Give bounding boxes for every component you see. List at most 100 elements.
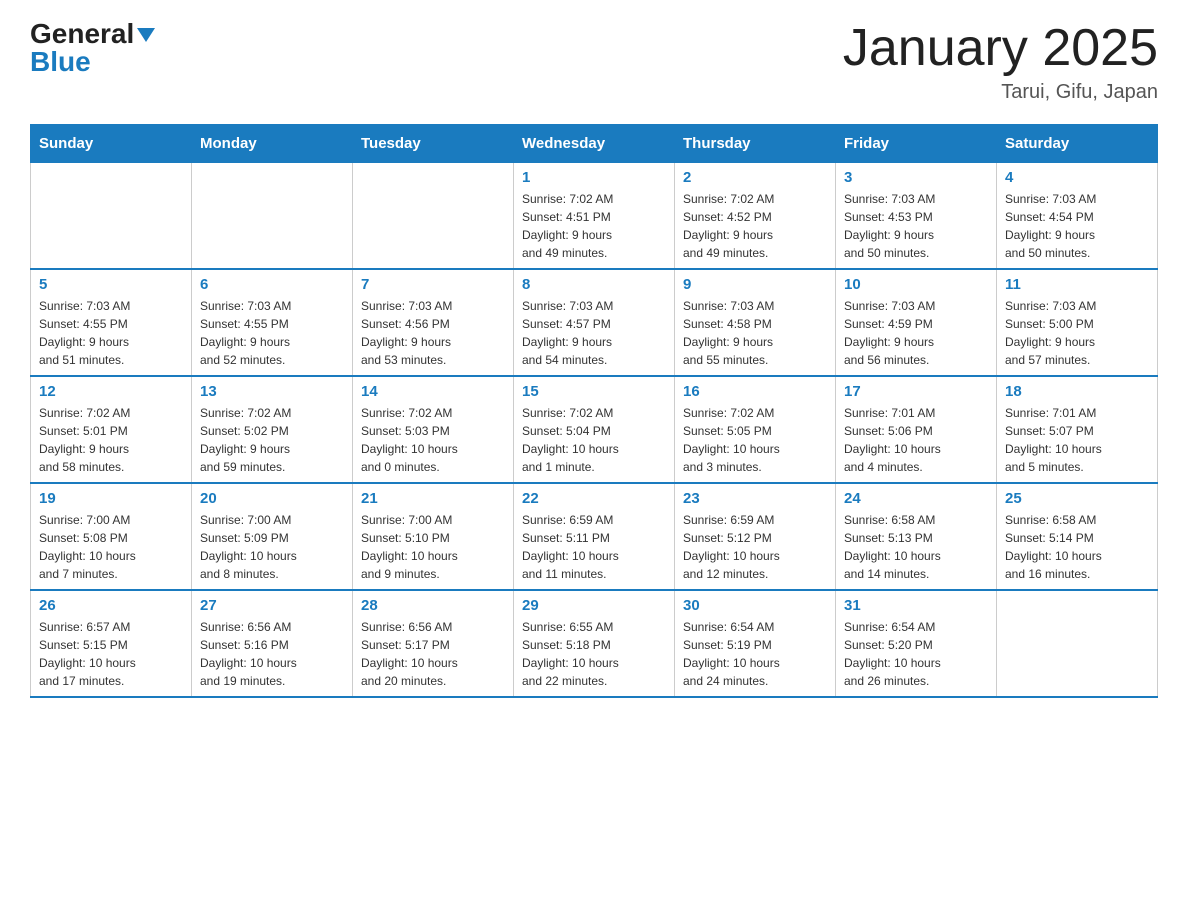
day-info: Sunrise: 6:55 AM Sunset: 5:18 PM Dayligh… [522,618,666,690]
day-number: 20 [200,490,344,507]
month-title: January 2025 [843,20,1158,77]
day-info: Sunrise: 7:01 AM Sunset: 5:06 PM Dayligh… [844,404,988,476]
logo-general-line: General [30,20,155,48]
day-info: Sunrise: 7:03 AM Sunset: 4:54 PM Dayligh… [1005,190,1149,262]
calendar-cell: 31 Sunrise: 6:54 AM Sunset: 5:20 PM Dayli… [836,590,997,697]
calendar-cell: 26Sunrise: 6:57 AM Sunset: 5:15 PM Dayli… [31,590,192,697]
calendar-cell: 10 Sunrise: 7:03 AM Sunset: 4:59 PM Dayli… [836,269,997,376]
day-info: Sunrise: 7:02 AM Sunset: 5:03 PM Dayligh… [361,404,505,476]
day-info: Sunrise: 7:03 AM Sunset: 4:53 PM Dayligh… [844,190,988,262]
day-number: 26 [39,597,183,614]
day-info: Sunrise: 7:03 AM Sunset: 4:57 PM Dayligh… [522,297,666,369]
day-info: Sunrise: 7:02 AM Sunset: 5:01 PM Dayligh… [39,404,183,476]
calendar-cell: 30Sunrise: 6:54 AM Sunset: 5:19 PM Dayli… [675,590,836,697]
day-info: Sunrise: 6:58 AM Sunset: 5:14 PM Dayligh… [1005,511,1149,583]
calendar-week-row: 19 Sunrise: 7:00 AM Sunset: 5:08 PM Dayli… [31,483,1158,590]
day-info: Sunrise: 6:59 AM Sunset: 5:12 PM Dayligh… [683,511,827,583]
day-number: 13 [200,383,344,400]
weekday-header-thursday: Thursday [675,125,836,163]
day-number: 4 [1005,169,1149,186]
calendar-cell: 3 Sunrise: 7:03 AM Sunset: 4:53 PM Daylig… [836,163,997,270]
day-info: Sunrise: 7:02 AM Sunset: 4:52 PM Dayligh… [683,190,827,262]
calendar-cell: 9 Sunrise: 7:03 AM Sunset: 4:58 PM Daylig… [675,269,836,376]
day-number: 16 [683,383,827,400]
calendar-cell: 18Sunrise: 7:01 AM Sunset: 5:07 PM Dayli… [997,376,1158,483]
day-number: 7 [361,276,505,293]
day-info: Sunrise: 7:00 AM Sunset: 5:08 PM Dayligh… [39,511,183,583]
day-info: Sunrise: 7:00 AM Sunset: 5:09 PM Dayligh… [200,511,344,583]
day-info: Sunrise: 7:02 AM Sunset: 5:04 PM Dayligh… [522,404,666,476]
day-info: Sunrise: 7:02 AM Sunset: 5:05 PM Dayligh… [683,404,827,476]
calendar-cell [31,163,192,270]
calendar-cell: 14 Sunrise: 7:02 AM Sunset: 5:03 PM Dayli… [353,376,514,483]
day-number: 10 [844,276,988,293]
calendar-cell [997,590,1158,697]
calendar-cell: 22 Sunrise: 6:59 AM Sunset: 5:11 PM Dayli… [514,483,675,590]
day-number: 22 [522,490,666,507]
day-info: Sunrise: 7:03 AM Sunset: 4:56 PM Dayligh… [361,297,505,369]
day-info: Sunrise: 7:03 AM Sunset: 4:58 PM Dayligh… [683,297,827,369]
calendar-week-row: 26Sunrise: 6:57 AM Sunset: 5:15 PM Dayli… [31,590,1158,697]
calendar-cell: 25 Sunrise: 6:58 AM Sunset: 5:14 PM Dayli… [997,483,1158,590]
day-number: 2 [683,169,827,186]
calendar-cell: 24Sunrise: 6:58 AM Sunset: 5:13 PM Dayli… [836,483,997,590]
weekday-header-wednesday: Wednesday [514,125,675,163]
day-number: 29 [522,597,666,614]
day-number: 18 [1005,383,1149,400]
day-number: 14 [361,383,505,400]
day-number: 3 [844,169,988,186]
calendar-cell: 29 Sunrise: 6:55 AM Sunset: 5:18 PM Dayli… [514,590,675,697]
day-info: Sunrise: 7:03 AM Sunset: 4:55 PM Dayligh… [39,297,183,369]
calendar-cell: 20 Sunrise: 7:00 AM Sunset: 5:09 PM Dayli… [192,483,353,590]
calendar-cell [353,163,514,270]
calendar-cell [192,163,353,270]
calendar-week-row: 5Sunrise: 7:03 AM Sunset: 4:55 PM Daylig… [31,269,1158,376]
day-info: Sunrise: 7:00 AM Sunset: 5:10 PM Dayligh… [361,511,505,583]
calendar-table: SundayMondayTuesdayWednesdayThursdayFrid… [30,124,1158,698]
day-number: 15 [522,383,666,400]
weekday-header-saturday: Saturday [997,125,1158,163]
day-number: 12 [39,383,183,400]
calendar-cell: 19 Sunrise: 7:00 AM Sunset: 5:08 PM Dayli… [31,483,192,590]
logo-general-text: General [30,18,134,49]
page-header: General Blue January 2025 Tarui, Gifu, J… [30,20,1158,104]
day-number: 17 [844,383,988,400]
day-info: Sunrise: 6:59 AM Sunset: 5:11 PM Dayligh… [522,511,666,583]
calendar-cell: 15 Sunrise: 7:02 AM Sunset: 5:04 PM Dayli… [514,376,675,483]
day-number: 27 [200,597,344,614]
calendar-cell: 11 Sunrise: 7:03 AM Sunset: 5:00 PM Dayli… [997,269,1158,376]
day-number: 21 [361,490,505,507]
day-number: 1 [522,169,666,186]
day-info: Sunrise: 6:54 AM Sunset: 5:20 PM Dayligh… [844,618,988,690]
calendar-cell: 13Sunrise: 7:02 AM Sunset: 5:02 PM Dayli… [192,376,353,483]
calendar-cell: 7 Sunrise: 7:03 AM Sunset: 4:56 PM Daylig… [353,269,514,376]
day-info: Sunrise: 7:03 AM Sunset: 5:00 PM Dayligh… [1005,297,1149,369]
day-number: 28 [361,597,505,614]
day-number: 11 [1005,276,1149,293]
day-info: Sunrise: 7:03 AM Sunset: 4:59 PM Dayligh… [844,297,988,369]
day-number: 31 [844,597,988,614]
calendar-header: SundayMondayTuesdayWednesdayThursdayFrid… [31,125,1158,163]
day-number: 19 [39,490,183,507]
calendar-cell: 28 Sunrise: 6:56 AM Sunset: 5:17 PM Dayli… [353,590,514,697]
calendar-cell: 1 Sunrise: 7:02 AM Sunset: 4:51 PM Daylig… [514,163,675,270]
calendar-cell: 5Sunrise: 7:03 AM Sunset: 4:55 PM Daylig… [31,269,192,376]
day-number: 24 [844,490,988,507]
calendar-cell: 27Sunrise: 6:56 AM Sunset: 5:16 PM Dayli… [192,590,353,697]
day-info: Sunrise: 7:02 AM Sunset: 4:51 PM Dayligh… [522,190,666,262]
day-number: 8 [522,276,666,293]
calendar-cell: 17 Sunrise: 7:01 AM Sunset: 5:06 PM Dayli… [836,376,997,483]
day-number: 25 [1005,490,1149,507]
calendar-cell: 12 Sunrise: 7:02 AM Sunset: 5:01 PM Dayli… [31,376,192,483]
day-info: Sunrise: 6:56 AM Sunset: 5:17 PM Dayligh… [361,618,505,690]
weekday-header-friday: Friday [836,125,997,163]
weekday-header-row: SundayMondayTuesdayWednesdayThursdayFrid… [31,125,1158,163]
day-number: 9 [683,276,827,293]
weekday-header-tuesday: Tuesday [353,125,514,163]
logo: General Blue [30,20,155,76]
day-info: Sunrise: 6:54 AM Sunset: 5:19 PM Dayligh… [683,618,827,690]
day-number: 23 [683,490,827,507]
calendar-cell: 16 Sunrise: 7:02 AM Sunset: 5:05 PM Dayli… [675,376,836,483]
calendar-body: 1 Sunrise: 7:02 AM Sunset: 4:51 PM Daylig… [31,163,1158,698]
title-block: January 2025 Tarui, Gifu, Japan [843,20,1158,104]
